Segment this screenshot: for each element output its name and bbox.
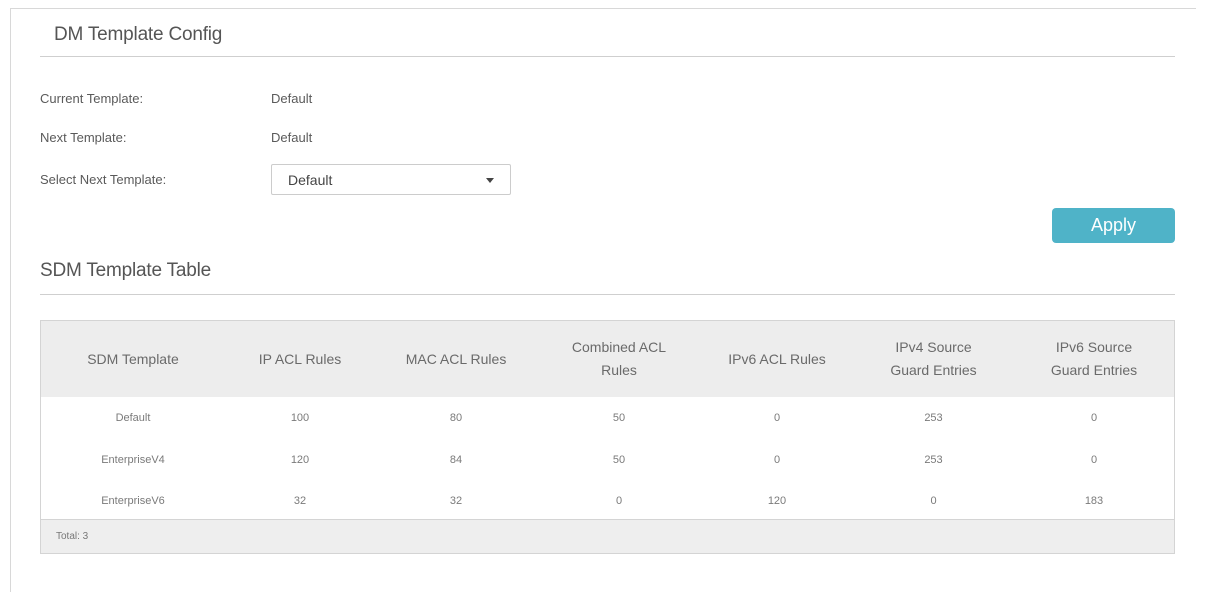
col-header-mac-acl-rules[interactable]: MAC ACL Rules [375,321,537,397]
current-template-value: Default [271,91,313,106]
table-cell: 84 [449,454,463,466]
table-footer: Total: 3 [41,519,1174,553]
chevron-down-icon [486,178,494,183]
table-header-row: SDM Template IP ACL Rules MAC ACL Rules … [41,321,1174,397]
table-cell: 253 [924,412,943,424]
sdm-table: SDM Template IP ACL Rules MAC ACL Rules … [41,321,1174,521]
table-cell: 32 [293,495,307,507]
table-cell: 32 [449,495,463,507]
table-cell: EnterpriseV4 [101,454,165,466]
table-cell: 50 [612,412,626,424]
table-cell: 0 [1090,412,1098,424]
table-row[interactable]: EnterpriseV6 32 32 0 120 0 183 [41,481,1174,521]
table-cell: 253 [924,454,943,466]
table-cell: Default [115,412,151,424]
table-section-title: SDM Template Table [40,260,212,281]
table-cell: 0 [773,412,781,424]
col-header-ip-acl-rules[interactable]: IP ACL Rules [225,321,375,397]
table-cell: EnterpriseV6 [101,495,165,507]
table-cell: 120 [290,454,310,466]
col-header-ipv6-source-guard[interactable]: IPv6 Source Guard Entries [1014,321,1174,397]
next-template-value: Default [271,130,313,145]
table-cell: 50 [612,454,626,466]
next-template-label: Next Template: [40,130,127,145]
next-template-select-value: Default [288,172,333,188]
sdm-template-table: SDM Template IP ACL Rules MAC ACL Rules … [40,320,1175,554]
next-template-select[interactable]: Default [271,164,511,195]
table-cell: 120 [767,495,787,507]
table-cell: 183 [1084,495,1104,507]
table-row[interactable]: Default 100 80 50 0 253 0 [41,397,1174,439]
table-total-count: Total: 3 [56,531,89,542]
col-header-ipv4-source-guard[interactable]: IPv4 Source Guard Entries [853,321,1014,397]
col-header-combined-acl-rules[interactable]: Combined ACL Rules [537,321,701,397]
table-cell: 0 [615,495,623,507]
col-header-ipv6-acl-rules[interactable]: IPv6 ACL Rules [701,321,853,397]
apply-button[interactable]: Apply [1052,208,1175,243]
table-row[interactable]: EnterpriseV4 120 84 50 0 253 0 [41,439,1174,481]
current-template-label: Current Template: [40,91,144,106]
col-header-sdm-template[interactable]: SDM Template [41,321,225,397]
table-cell: 100 [290,412,310,424]
table-cell: 0 [1090,454,1098,466]
table-cell: 0 [930,495,937,507]
table-cell: 80 [449,412,463,424]
config-section-divider [40,56,1175,57]
table-cell: 0 [773,454,781,466]
select-next-template-label: Select Next Template: [40,172,167,187]
config-section-title: DM Template Config [54,24,223,45]
table-section-divider [40,294,1175,295]
